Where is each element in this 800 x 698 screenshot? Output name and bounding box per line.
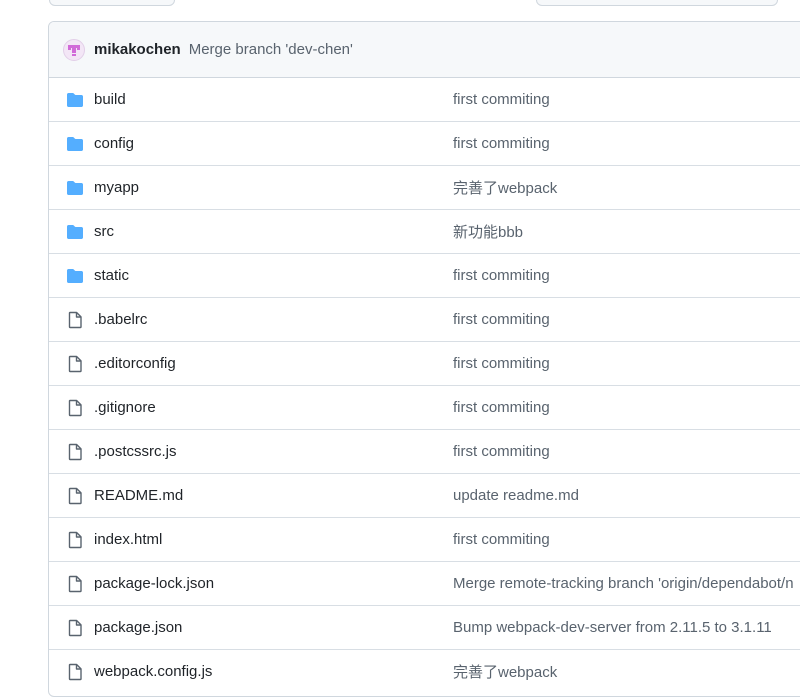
file-row: .gitignore first commiting bbox=[49, 385, 800, 429]
file-commit-message-link[interactable]: first commiting bbox=[453, 443, 550, 460]
file-icon bbox=[66, 487, 84, 505]
file-name-link[interactable]: src bbox=[94, 223, 114, 240]
file-icon bbox=[66, 355, 84, 373]
folder-icon bbox=[66, 267, 84, 285]
file-rows: build first commiting config first commi… bbox=[49, 78, 800, 693]
file-name-link[interactable]: build bbox=[94, 91, 126, 108]
file-row: webpack.config.js 完善了webpack bbox=[49, 649, 800, 693]
file-row: build first commiting bbox=[49, 78, 800, 121]
file-commit-message-link[interactable]: Merge remote-tracking branch 'origin/dep… bbox=[453, 575, 794, 592]
file-row: package.json Bump webpack-dev-server fro… bbox=[49, 605, 800, 649]
file-row: .postcssrc.js first commiting bbox=[49, 429, 800, 473]
folder-icon bbox=[66, 179, 84, 197]
file-icon bbox=[66, 663, 84, 681]
file-commit-message-link[interactable]: first commiting bbox=[453, 399, 550, 416]
file-commit-message-link[interactable]: first commiting bbox=[453, 267, 550, 284]
file-name-link[interactable]: .gitignore bbox=[94, 399, 156, 416]
file-commit-message-link[interactable]: 新功能bbb bbox=[453, 221, 523, 242]
file-name-link[interactable]: package-lock.json bbox=[94, 575, 214, 592]
file-name-link[interactable]: package.json bbox=[94, 619, 182, 636]
file-commit-message-link[interactable]: first commiting bbox=[453, 135, 550, 152]
file-commit-message-link[interactable]: update readme.md bbox=[453, 487, 579, 504]
file-name-link[interactable]: .babelrc bbox=[94, 311, 147, 328]
file-row: .editorconfig first commiting bbox=[49, 341, 800, 385]
file-name-link[interactable]: .editorconfig bbox=[94, 355, 176, 372]
file-name-link[interactable]: .postcssrc.js bbox=[94, 443, 177, 460]
file-commit-message-link[interactable]: Bump webpack-dev-server from 2.11.5 to 3… bbox=[453, 619, 772, 636]
file-name-link[interactable]: README.md bbox=[94, 487, 183, 504]
commit-author-link[interactable]: mikakochen bbox=[94, 41, 181, 58]
file-icon bbox=[66, 575, 84, 593]
file-name-link[interactable]: index.html bbox=[94, 531, 162, 548]
folder-icon bbox=[66, 223, 84, 241]
file-row: config first commiting bbox=[49, 121, 800, 165]
file-row: src 新功能bbb bbox=[49, 209, 800, 253]
file-icon bbox=[66, 399, 84, 417]
file-row: README.md update readme.md bbox=[49, 473, 800, 517]
commit-message-link[interactable]: Merge branch 'dev-chen' bbox=[189, 41, 353, 58]
file-row: myapp 完善了webpack bbox=[49, 165, 800, 209]
file-icon bbox=[66, 443, 84, 461]
file-commit-message-link[interactable]: first commiting bbox=[453, 311, 550, 328]
file-name-link[interactable]: myapp bbox=[94, 179, 139, 196]
file-list-box: mikakochen Merge branch 'dev-chen' build… bbox=[48, 21, 800, 697]
file-row: static first commiting bbox=[49, 253, 800, 297]
avatar[interactable] bbox=[63, 38, 85, 61]
code-actions-button[interactable] bbox=[536, 0, 778, 6]
file-commit-message-link[interactable]: first commiting bbox=[453, 91, 550, 108]
identicon-icon bbox=[68, 44, 80, 56]
repo-file-browser: mikakochen Merge branch 'dev-chen' build… bbox=[0, 0, 800, 698]
file-commit-message-link[interactable]: 完善了webpack bbox=[453, 177, 557, 198]
file-icon bbox=[66, 311, 84, 329]
branch-select-button[interactable] bbox=[49, 0, 175, 6]
file-commit-message-link[interactable]: 完善了webpack bbox=[453, 661, 557, 682]
file-name-link[interactable]: static bbox=[94, 267, 129, 284]
file-row: index.html first commiting bbox=[49, 517, 800, 561]
file-name-link[interactable]: webpack.config.js bbox=[94, 663, 212, 680]
latest-commit-header: mikakochen Merge branch 'dev-chen' bbox=[49, 22, 800, 78]
file-row: .babelrc first commiting bbox=[49, 297, 800, 341]
folder-icon bbox=[66, 135, 84, 153]
file-commit-message-link[interactable]: first commiting bbox=[453, 531, 550, 548]
file-icon bbox=[66, 619, 84, 637]
file-row: package-lock.json Merge remote-tracking … bbox=[49, 561, 800, 605]
file-icon bbox=[66, 531, 84, 549]
folder-icon bbox=[66, 91, 84, 109]
file-name-link[interactable]: config bbox=[94, 135, 134, 152]
file-commit-message-link[interactable]: first commiting bbox=[453, 355, 550, 372]
